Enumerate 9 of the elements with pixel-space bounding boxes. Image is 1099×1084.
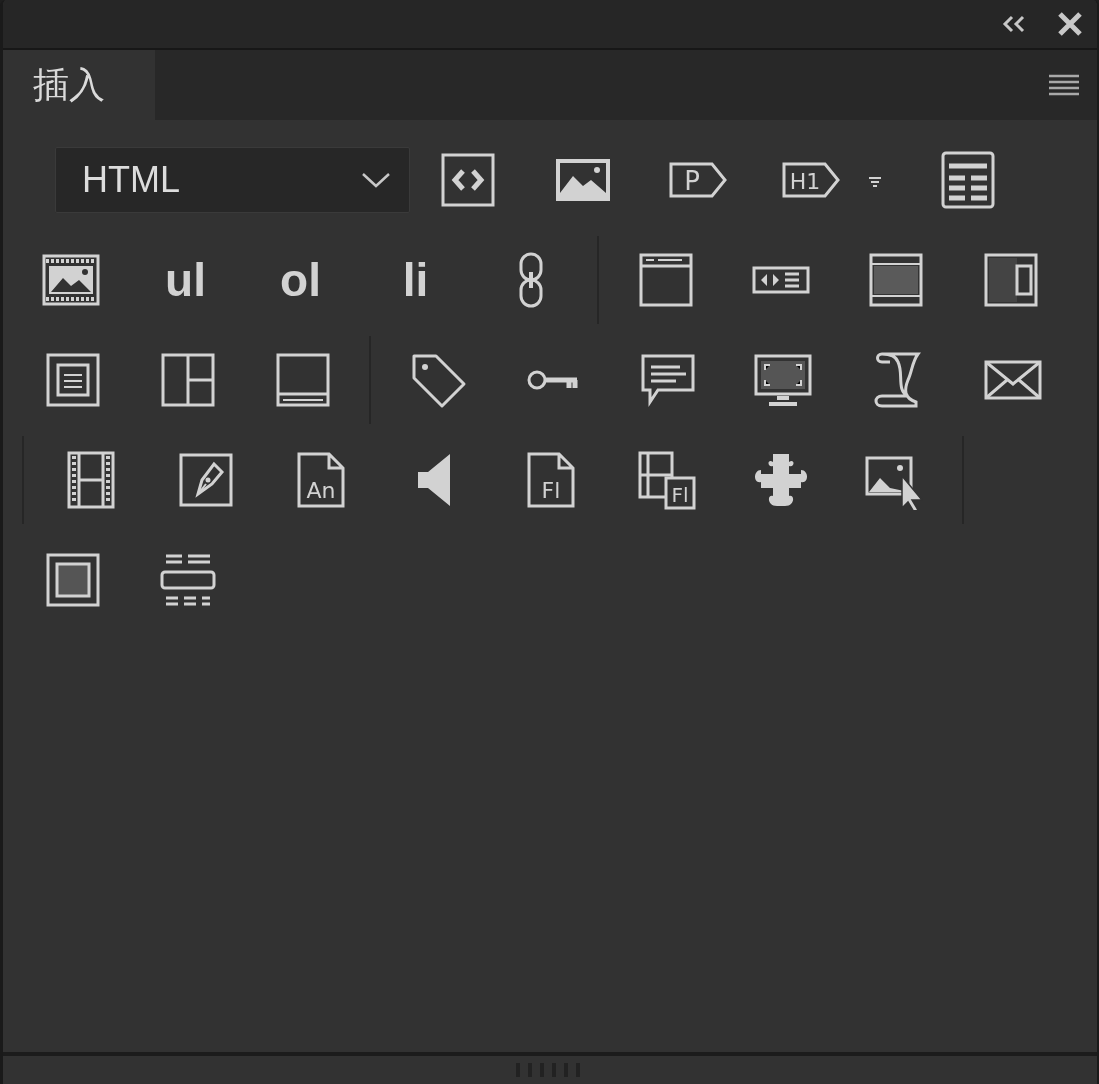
- list-tag-button[interactable]: ol: [280, 257, 321, 303]
- menu-icon[interactable]: [1047, 73, 1081, 97]
- collapse-icon[interactable]: [1001, 14, 1027, 34]
- category-dropdown[interactable]: HTML: [55, 147, 410, 213]
- chevron-down-icon: [361, 171, 391, 189]
- close-icon[interactable]: [1057, 11, 1083, 37]
- list-tag-button[interactable]: li: [402, 257, 429, 303]
- list-tag-button[interactable]: ul: [165, 257, 206, 303]
- panel-tab[interactable]: 插入: [3, 50, 155, 120]
